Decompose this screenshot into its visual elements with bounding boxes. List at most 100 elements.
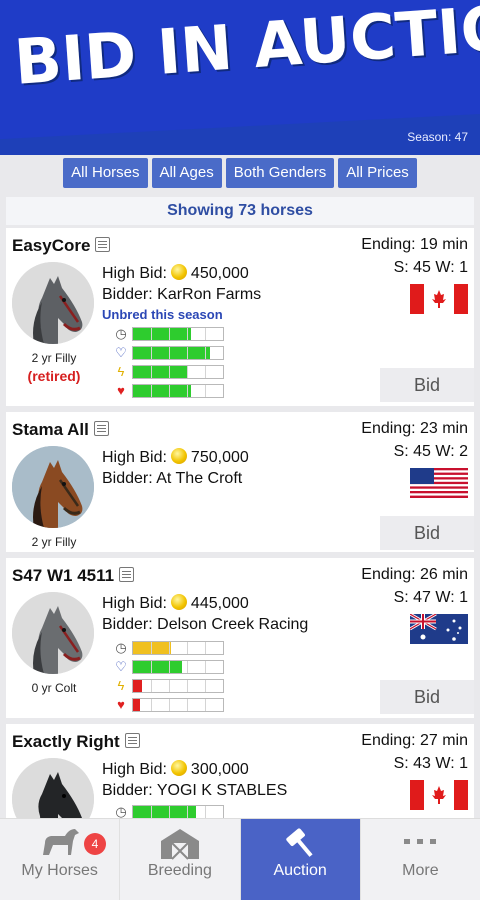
filter-horses-button[interactable]: All Horses: [63, 158, 148, 188]
high-bid-amount: 450,000: [190, 265, 249, 282]
bid-button[interactable]: Bid: [380, 516, 474, 550]
horse-card[interactable]: Exactly Right High Bid: 300,000 Bidder: Y…: [6, 724, 474, 818]
high-bid-line: High Bid: 450,000: [102, 264, 249, 283]
stat-bar: [132, 383, 224, 398]
stat-bar: [132, 659, 224, 674]
stat-bar-divider: [205, 365, 206, 378]
stat-row: ♥: [110, 381, 224, 400]
calendar-icon[interactable]: [95, 237, 111, 252]
horse-card[interactable]: EasyCore 2 yr Filly (retired) High Bid: 4…: [6, 228, 474, 406]
tab-label: Auction: [273, 862, 327, 879]
calendar-icon[interactable]: [124, 733, 140, 748]
stat-bar-divider: [187, 805, 188, 818]
horse-name-row: S47 W1 4511: [12, 566, 135, 586]
bid-button[interactable]: Bid: [380, 368, 474, 402]
barn-icon: [120, 825, 239, 866]
horse-card[interactable]: Stama All 2 yr Filly High Bid: 750,000 Bi…: [6, 412, 474, 552]
stat-bar: [132, 345, 224, 360]
horse-avatar: [12, 446, 94, 528]
horse-age-gender: 2 yr Filly: [31, 535, 77, 549]
lightning-icon: ϟ: [117, 678, 125, 693]
stat-bar-divider: [169, 384, 170, 397]
bidder-name: Bidder: At The Croft: [102, 470, 243, 487]
horse-name-row: Stama All: [12, 420, 109, 440]
tab-auction[interactable]: Auction: [240, 819, 361, 900]
stat-row: ◷: [110, 324, 224, 343]
heart-rate-icon: ♡: [115, 344, 127, 360]
season-label: Season: 47: [407, 130, 468, 144]
horse-name: EasyCore: [12, 236, 91, 255]
high-bid-line: High Bid: 750,000: [102, 448, 249, 467]
coin-icon: [170, 264, 187, 280]
horse-name: S47 W1 4511: [12, 566, 115, 585]
stat-bar-divider: [187, 346, 188, 359]
tab-label: Breeding: [147, 862, 212, 879]
speed-icon: ◷: [115, 325, 127, 341]
high-bid-line: High Bid: 445,000: [102, 594, 249, 613]
auction-ending: Ending: 23 min: [361, 420, 468, 437]
horse-card[interactable]: S47 W1 4511 0 yr Colt High Bid: 445,000 B…: [6, 558, 474, 718]
filter-prices-button[interactable]: All Prices: [338, 158, 417, 188]
canada-flag-icon: [410, 780, 468, 810]
calendar-icon[interactable]: [119, 567, 135, 582]
stat-bar-divider: [205, 698, 206, 711]
stat-row: ♥: [110, 695, 224, 714]
stat-bar-divider: [205, 384, 206, 397]
stat-bar-fill: [133, 327, 191, 340]
tab-more[interactable]: More: [361, 819, 480, 900]
notification-badge: 4: [84, 833, 106, 855]
auction-ending: Ending: 27 min: [361, 732, 468, 749]
horse-name-row: EasyCore: [12, 236, 111, 256]
stat-bar-fill: [133, 346, 211, 359]
stat-row: ϟ: [110, 676, 224, 695]
promo-banner: BID IN AUCTION Season: 47: [0, 0, 480, 155]
stat-bar-divider: [169, 346, 170, 359]
stat-bar-divider: [187, 660, 188, 673]
stat-bar-divider: [151, 660, 152, 673]
bidder-name: Bidder: Delson Creek Racing: [102, 616, 309, 633]
stat-bar: [132, 804, 224, 818]
heart-rate-icon: ♡: [115, 658, 127, 674]
stat-bar-divider: [187, 641, 188, 654]
breeding-status: Unbred this season: [102, 307, 223, 322]
stat-row: ♡: [110, 343, 224, 362]
stat-bar-divider: [169, 679, 170, 692]
stat-bar-divider: [151, 384, 152, 397]
coin-icon: [170, 760, 187, 776]
australia-flag-icon: [410, 614, 468, 644]
high-bid-amount: 750,000: [190, 449, 249, 466]
speed-icon: ◷: [115, 639, 127, 655]
bottom-tab-bar: 4 My Horses Breeding Auction More: [0, 818, 480, 900]
tab-label: My Horses: [21, 862, 98, 879]
lightning-icon: ϟ: [117, 364, 125, 379]
high-bid-line: High Bid: 300,000: [102, 760, 249, 779]
stat-bar-divider: [187, 327, 188, 340]
horse-stats: ◷ ♡ ϟ ♥: [110, 324, 224, 400]
filter-ages-button[interactable]: All Ages: [151, 158, 222, 188]
stat-bar-divider: [151, 679, 152, 692]
tab-my-horses[interactable]: 4 My Horses: [0, 819, 121, 900]
horse-age-gender: 0 yr Colt: [31, 681, 77, 695]
horse-name: Exactly Right: [12, 732, 120, 751]
stat-bar-divider: [151, 641, 152, 654]
bid-button[interactable]: Bid: [380, 680, 474, 714]
horse-age-gender: 2 yr Filly: [31, 351, 77, 365]
auction-ending: Ending: 19 min: [361, 236, 468, 253]
retired-label: (retired): [27, 368, 81, 384]
stat-row: ♡: [110, 657, 224, 676]
stat-bar-divider: [205, 641, 206, 654]
high-bid-label: High Bid:: [102, 449, 167, 466]
tab-breeding[interactable]: Breeding: [120, 819, 241, 900]
calendar-icon[interactable]: [93, 421, 109, 436]
high-bid-label: High Bid:: [102, 761, 167, 778]
stat-bar-fill: [133, 660, 182, 673]
stat-bar-divider: [205, 660, 206, 673]
grey-horse-head-icon: [12, 592, 94, 674]
filter-bar: All Horses All Ages Both Genders All Pri…: [0, 158, 480, 190]
bidder-name: Bidder: YOGI K STABLES: [102, 782, 288, 799]
coin-icon: [170, 448, 187, 464]
stat-bar-divider: [151, 346, 152, 359]
filter-genders-button[interactable]: Both Genders: [225, 158, 335, 188]
tab-label: More: [402, 862, 439, 879]
stat-bar-divider: [187, 679, 188, 692]
